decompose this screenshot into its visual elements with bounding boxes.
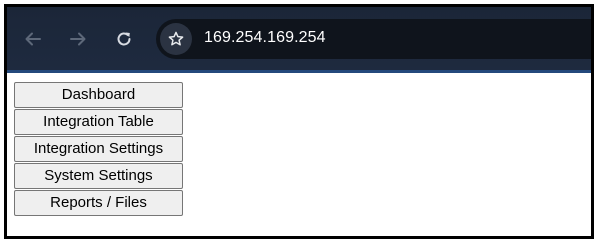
integration-table-button[interactable]: Integration Table — [14, 109, 183, 135]
star-icon — [168, 31, 184, 46]
back-button[interactable] — [22, 28, 44, 50]
arrow-left-icon — [25, 32, 41, 46]
reload-button[interactable] — [113, 28, 135, 50]
screenshot-frame: 169.254.169.254 Dashboard Integration Ta… — [4, 4, 594, 239]
main-menu: Dashboard Integration Table Integration … — [14, 82, 184, 217]
integration-settings-button[interactable]: Integration Settings — [14, 136, 183, 162]
bookmark-button[interactable] — [160, 23, 192, 55]
dashboard-button[interactable]: Dashboard — [14, 82, 183, 108]
system-settings-button[interactable]: System Settings — [14, 163, 183, 189]
address-bar[interactable]: 169.254.169.254 — [156, 19, 591, 59]
reload-icon — [117, 32, 131, 46]
url-text[interactable]: 169.254.169.254 — [204, 29, 326, 47]
browser-toolbar: 169.254.169.254 — [7, 7, 591, 73]
reports-files-button[interactable]: Reports / Files — [14, 190, 183, 216]
arrow-right-icon — [70, 32, 86, 46]
forward-button[interactable] — [67, 28, 89, 50]
